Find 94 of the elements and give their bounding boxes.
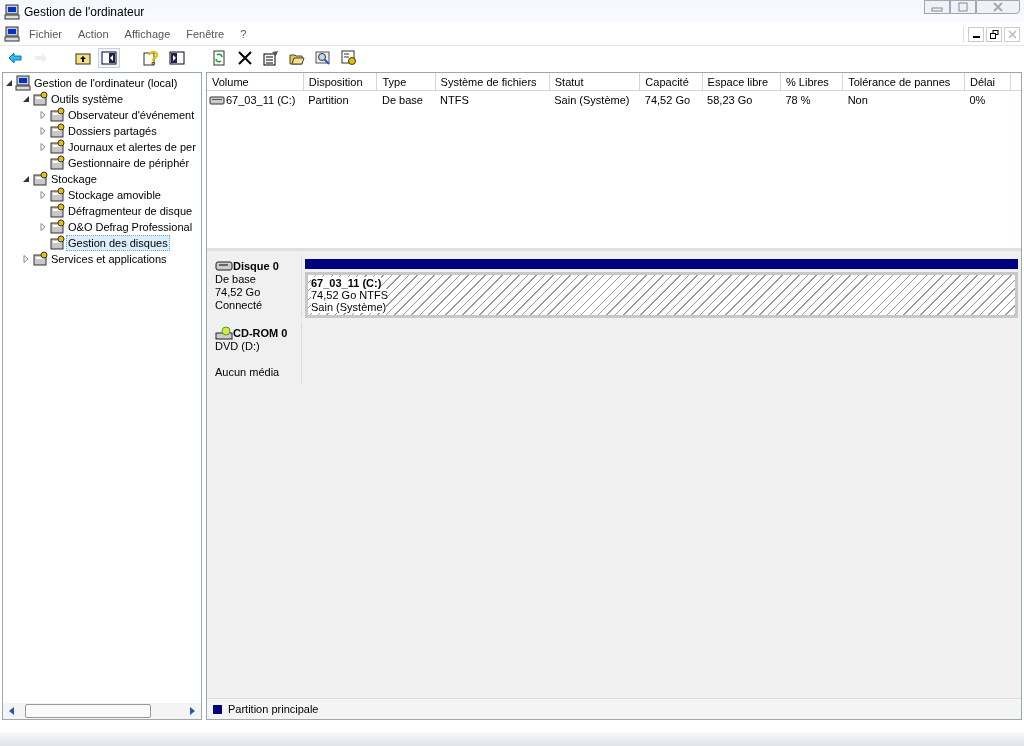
delete-icon: [237, 50, 253, 66]
column-header[interactable]: Capacité: [639, 73, 703, 91]
refresh-icon: [211, 50, 227, 66]
toolbar-button[interactable]: [166, 48, 188, 68]
menu-item[interactable]: Affichage: [117, 28, 178, 40]
column-header[interactable]: Statut: [549, 73, 640, 91]
expanded-triangle-icon: [5, 79, 13, 87]
collapsed-triangle-icon: [39, 223, 47, 231]
disk-name: CD-ROM 0: [233, 327, 288, 339]
window-title: Gestion de l'ordinateur: [24, 4, 145, 19]
menu-item[interactable]: Fenêtre: [179, 28, 232, 40]
tree-item[interactable]: Gestion de l'ordinateur (local): [32, 75, 180, 91]
expand-toggle[interactable]: [38, 111, 48, 119]
hard-drive-icon: [215, 259, 233, 273]
maximize-icon: [957, 2, 969, 12]
minimize-icon: [972, 35, 980, 38]
table-cell: 58,23 Go: [702, 90, 781, 108]
collapse-toggle[interactable]: [4, 79, 14, 87]
disk-status: Aucun média: [215, 366, 281, 379]
tree-item[interactable]: Stockage amovible: [66, 187, 163, 203]
restore-button[interactable]: [986, 26, 1002, 42]
back-arrow-icon: [7, 50, 23, 66]
panel-icon: [169, 50, 185, 66]
column-header[interactable]: Type: [376, 73, 436, 91]
tree-item[interactable]: Gestionnaire de périphér: [66, 155, 192, 171]
computer-icon: [15, 75, 31, 91]
menu-item[interactable]: Fichier: [22, 28, 69, 40]
scroll-thumb[interactable]: [25, 704, 151, 718]
expand-toggle[interactable]: [38, 223, 48, 231]
restore-icon: [989, 29, 999, 39]
table-cell: 67_03_11 (C:): [226, 93, 296, 106]
drive-icon: [209, 94, 225, 105]
disk-detail: De base: [215, 273, 257, 286]
tree-item[interactable]: Journaux et alertes de per: [66, 139, 198, 155]
expanded-triangle-icon: [22, 175, 30, 183]
disk-name: Disque 0: [233, 260, 279, 272]
scroll-right-icon: [189, 706, 197, 716]
close-icon: [992, 2, 1004, 12]
tree-item[interactable]: Stockage: [49, 171, 99, 187]
column-header[interactable]: Volume: [207, 73, 304, 91]
settings-icon: [341, 50, 357, 66]
tree-item[interactable]: Gestion des disques: [66, 235, 170, 251]
table-cell: 78 %: [780, 90, 843, 108]
expand-toggle[interactable]: [21, 255, 31, 263]
tree-item[interactable]: Observateur d'événement: [66, 107, 197, 123]
folder-up-icon: [75, 50, 91, 66]
panel-icon: [101, 50, 117, 66]
menu-item[interactable]: ?: [233, 28, 254, 40]
menu-item[interactable]: Action: [71, 28, 116, 40]
tree-item[interactable]: O&O Defrag Professional: [66, 219, 195, 235]
expanded-triangle-icon: [22, 95, 30, 103]
column-header[interactable]: Tolérance de pannes: [842, 73, 965, 91]
column-header[interactable]: Délai: [964, 73, 1011, 91]
collapsed-triangle-icon: [22, 255, 30, 263]
horizontal-scrollbar[interactable]: [3, 703, 201, 719]
partition-detail: 74,52 Go NTFS: [311, 289, 389, 301]
close-icon: [1007, 29, 1017, 39]
table-cell: Sain (Système): [549, 90, 640, 108]
column-header[interactable]: Espace libre: [702, 73, 781, 91]
partition-detail: Sain (Système): [311, 301, 387, 313]
disk-status: Connecté: [215, 299, 264, 312]
expand-toggle[interactable]: [38, 143, 48, 151]
expand-toggle[interactable]: [38, 127, 48, 135]
cd-drive-icon: [215, 326, 233, 340]
disk-detail: DVD (D:): [215, 340, 261, 353]
partition-name: 67_03_11 (C:): [311, 277, 382, 289]
legend-label: Partition principale: [228, 703, 319, 715]
search-icon: [315, 50, 331, 66]
computer-icon: [4, 26, 20, 42]
column-header[interactable]: Système de fichiers: [435, 73, 550, 91]
table-cell: 0%: [964, 90, 1011, 108]
tree-item[interactable]: Outils système: [49, 91, 126, 107]
collapsed-triangle-icon: [39, 191, 47, 199]
collapse-toggle[interactable]: [21, 175, 31, 183]
disk-detail: 74,52 Go: [215, 286, 262, 299]
computer-icon: [4, 3, 20, 20]
table-cell: Non: [842, 90, 965, 108]
tree-item[interactable]: Dossiers partagés: [66, 123, 159, 139]
help-icon: [143, 50, 159, 66]
table-cell: NTFS: [435, 90, 550, 108]
tree-item[interactable]: Services et applications: [49, 251, 169, 267]
column-header[interactable]: % Libres: [780, 73, 843, 91]
partition-block[interactable]: 67_03_11 (C:) 74,52 Go NTFS Sain (Système): [305, 272, 1018, 318]
table-cell: De base: [376, 90, 436, 108]
table-cell: Partition: [303, 90, 377, 108]
scroll-left-icon: [7, 706, 15, 716]
properties-icon: [263, 50, 279, 66]
column-header[interactable]: Disposition: [303, 73, 377, 91]
table-cell: 74,52 Go: [639, 90, 703, 108]
toolbar-button[interactable]: [98, 48, 120, 68]
expand-toggle[interactable]: [38, 191, 48, 199]
tree-item[interactable]: Défragmenteur de disque: [66, 203, 195, 219]
minimize-button[interactable]: [968, 26, 984, 42]
collapse-toggle[interactable]: [21, 95, 31, 103]
